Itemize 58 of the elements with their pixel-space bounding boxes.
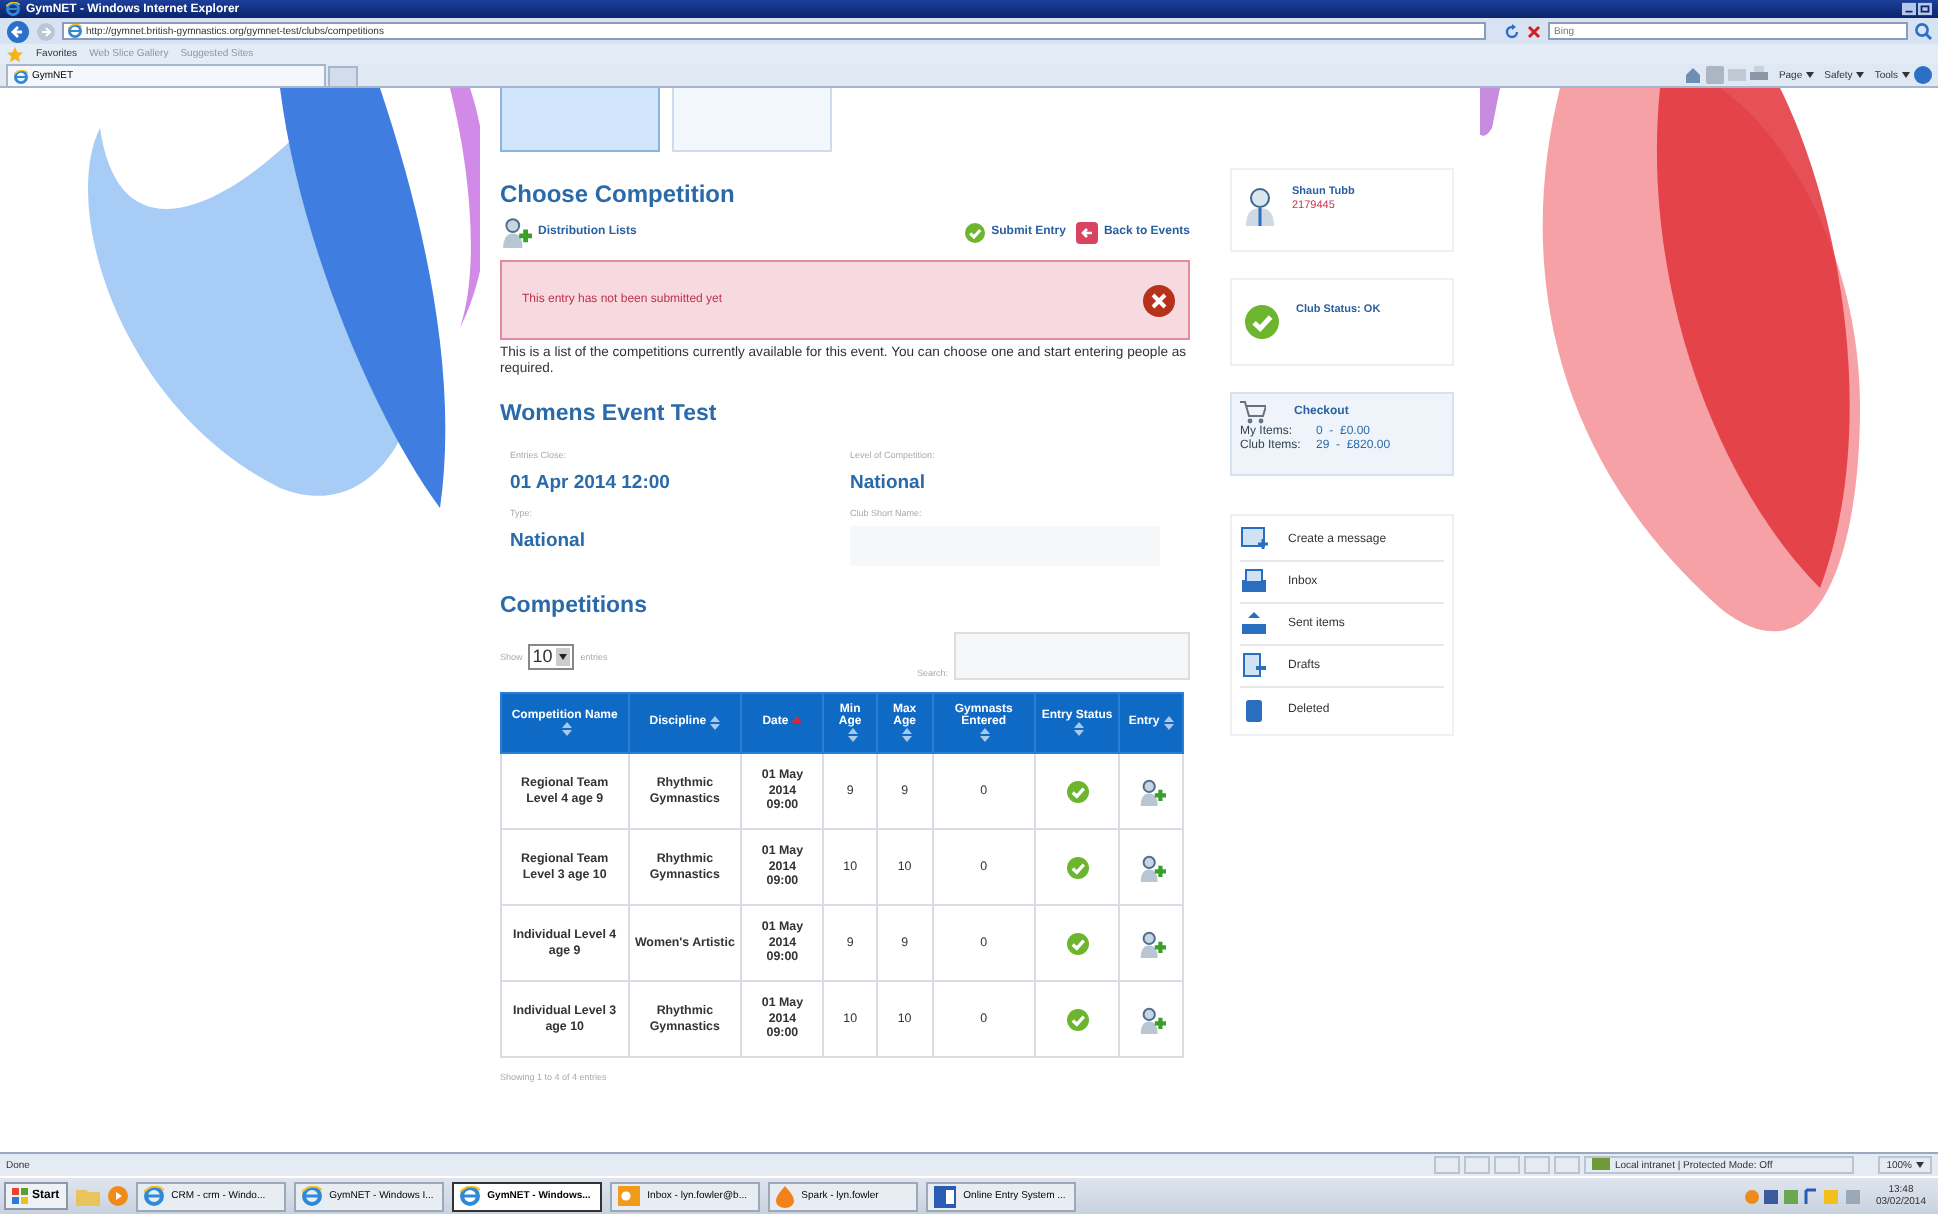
back-icon (6, 19, 30, 43)
status-pane (1464, 1156, 1491, 1174)
mail-app-icon (617, 1186, 640, 1206)
search-icon (1914, 22, 1932, 40)
sent-icon (1240, 610, 1268, 638)
printer-icon (1750, 66, 1769, 84)
caret-icon (556, 647, 571, 665)
status-ok-icon (1244, 304, 1280, 340)
section-title: Competitions (500, 594, 649, 618)
event-title: Womens Event Test (500, 402, 719, 426)
add-entry-icon[interactable] (1137, 777, 1166, 805)
caret-icon (1856, 72, 1865, 78)
add-entry-icon[interactable] (1137, 929, 1166, 957)
windows-logo-icon (12, 1188, 28, 1204)
folder-icon (75, 1186, 100, 1206)
star-icon (6, 45, 24, 63)
restore-icon[interactable] (1918, 2, 1932, 16)
forward-icon (36, 21, 56, 41)
compose-icon (1240, 526, 1268, 554)
caret-icon (1806, 72, 1815, 78)
refresh-icon[interactable] (1504, 23, 1520, 39)
page-heading: Choose Competition (500, 180, 737, 208)
add-person-icon (500, 216, 532, 248)
status-pane (1524, 1156, 1551, 1174)
check-icon (963, 221, 986, 243)
cart-icon (1240, 400, 1266, 424)
bin-icon (1240, 695, 1268, 723)
page-size-select[interactable]: 10 (528, 643, 575, 669)
close-icon[interactable] (1526, 23, 1542, 39)
field-value: National (510, 530, 587, 552)
status-pane (1434, 1156, 1461, 1174)
tray-icons-drawing (1743, 1187, 1864, 1205)
add-entry-icon[interactable] (1137, 853, 1166, 881)
back-arrow-icon (1075, 221, 1098, 243)
close-icon (1142, 283, 1176, 317)
add-entry-icon[interactable] (1137, 1005, 1166, 1033)
minimize-icon[interactable] (1902, 2, 1916, 16)
document-icon (1240, 652, 1268, 680)
browser-logo-icon (301, 1186, 322, 1206)
network-icon (1592, 1157, 1611, 1173)
document-app-icon (933, 1185, 956, 1207)
field-value: National (850, 472, 927, 494)
caret-icon (1902, 72, 1910, 78)
page-icon (14, 69, 28, 83)
status-pane (1494, 1156, 1521, 1174)
page-icon (68, 24, 82, 38)
browser-logo-icon (6, 2, 20, 16)
media-player-icon (107, 1186, 128, 1206)
user-avatar-icon (1244, 186, 1276, 226)
inbox-icon (1240, 568, 1268, 596)
field-value: 01 Apr 2014 12:00 (510, 472, 672, 494)
flame-icon (775, 1185, 794, 1207)
browser-logo-icon (143, 1186, 164, 1206)
table-search-field[interactable] (954, 632, 1190, 680)
status-pane (1554, 1156, 1581, 1174)
caret-icon (1916, 1162, 1924, 1168)
help-icon (1914, 66, 1932, 84)
browser-logo-icon (459, 1186, 480, 1206)
